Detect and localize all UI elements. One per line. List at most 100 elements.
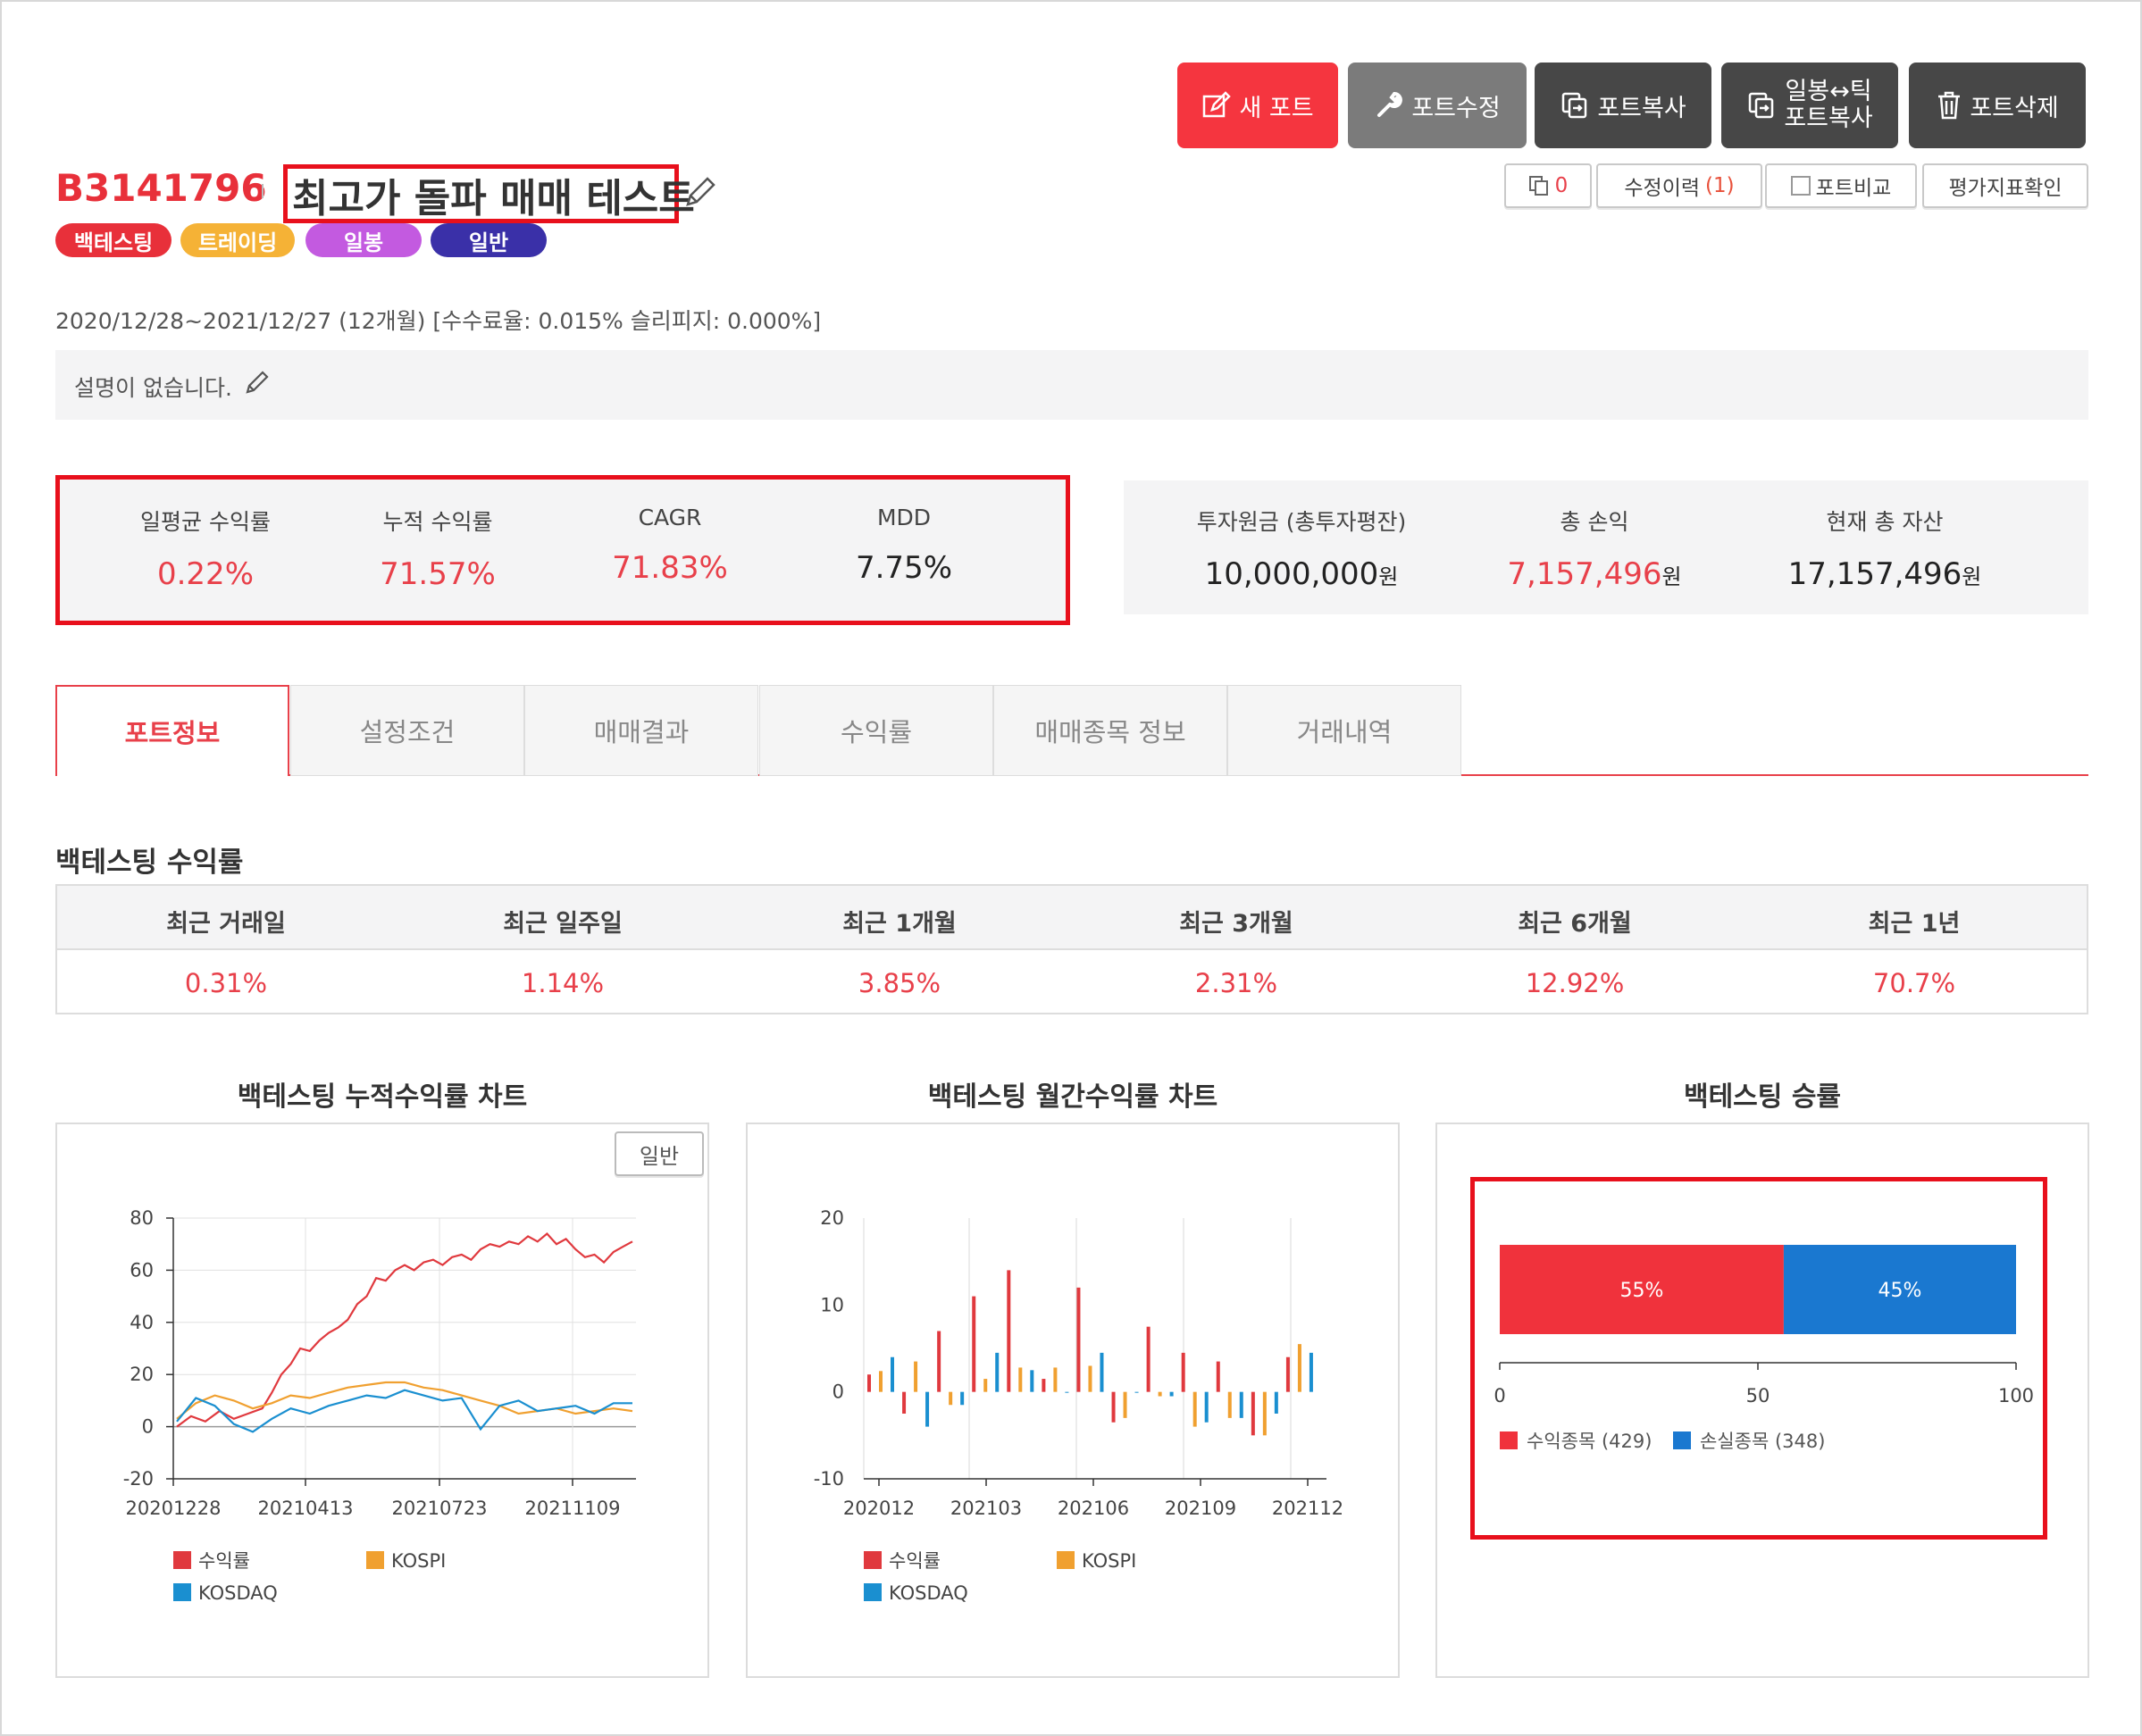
bar-kospi [1053, 1367, 1058, 1392]
history-button[interactable]: 수정이력 (1) [1596, 163, 1762, 208]
new-port-button[interactable]: 새 포트 [1177, 63, 1338, 148]
cumulative-chart-box: 일반 80 60 40 20 0 -20 20201228 20210413 20210723 2… [55, 1123, 709, 1678]
tick-copy-port-button[interactable]: 일봉↔틱 포트복사 [1721, 63, 1898, 148]
tab-stock-info[interactable]: 매매종목 정보 [993, 685, 1227, 776]
bar-kosdaq [1065, 1391, 1069, 1393]
x-tick-label: 20201228 [126, 1498, 222, 1519]
x-tick-label: 202112 [1272, 1498, 1343, 1519]
series-line-return [176, 1231, 633, 1428]
bar-return [1285, 1356, 1290, 1392]
y-tick-label: 20 [820, 1207, 844, 1229]
period-value: 2.31% [1194, 968, 1278, 998]
metric-value: 0.22% [156, 556, 254, 592]
new-port-label: 새 포트 [1239, 94, 1314, 122]
x-tick-label: 20210413 [258, 1498, 354, 1519]
evaluate-button[interactable]: 평가지표확인 [1922, 163, 2088, 208]
pencil-icon[interactable] [682, 174, 718, 210]
winrate-chart-title: 백테스팅 승률 [1683, 1081, 1842, 1113]
bar-kosdaq [1309, 1352, 1313, 1392]
asset-label: 총 손익 [1560, 509, 1629, 535]
x-tick-label: 202106 [1058, 1498, 1129, 1519]
metric-mdd: MDD 7.75% [788, 505, 1020, 586]
trash-icon [1938, 91, 1961, 120]
tab-transactions[interactable]: 거래내역 [1227, 685, 1461, 776]
bar-kosdaq [960, 1391, 965, 1406]
bar-kosdaq [1239, 1391, 1243, 1418]
title-divider [262, 184, 264, 198]
description-box [55, 350, 2088, 420]
period-info: 2020/12/28~2021/12/27 (12개월) [수수료율: 0.01… [55, 308, 822, 334]
metric-cagr: CAGR 71.83% [554, 505, 786, 586]
bar-return [1181, 1352, 1185, 1392]
asset-value: 7,157,496 [1507, 556, 1662, 592]
chart-mode-toggle[interactable]: 일반 [615, 1131, 704, 1176]
asset-value: 17,157,496 [1787, 556, 1962, 592]
badge-trading: 트레이딩 [180, 223, 295, 257]
copy-port-label: 포트복사 [1597, 94, 1686, 122]
period-value: 1.14% [521, 968, 605, 998]
copy-count: 0 [1554, 174, 1569, 197]
tab-settings[interactable]: 설정조건 [290, 685, 524, 776]
edit-icon [1203, 91, 1232, 118]
asset-label: 투자원금 (총투자평잔) [1196, 509, 1407, 535]
copy-port-button[interactable]: 포트복사 [1535, 63, 1711, 148]
bar-kosdaq [1274, 1391, 1278, 1414]
pencil-icon[interactable] [243, 368, 272, 396]
monthly-chart-svg: 20 10 0 -10 202012 202103 202106 202109 202112 수익… [814, 1207, 1343, 1604]
y-tick-label: 0 [142, 1416, 154, 1438]
bar-kosdaq [925, 1391, 930, 1427]
tick-copy-line2: 포트복사 [1784, 104, 1873, 132]
tab-returns[interactable]: 수익률 [759, 685, 993, 776]
bar-return [1251, 1391, 1255, 1436]
y-tick-label: 60 [130, 1259, 154, 1281]
x-tick-label: 202109 [1165, 1498, 1236, 1519]
period-header: 최근 거래일 [166, 910, 286, 938]
legend-swatch [173, 1583, 191, 1601]
history-count: (1) [1705, 174, 1735, 197]
bar-kosdaq [1134, 1391, 1139, 1393]
edit-port-label: 포트수정 [1411, 94, 1501, 122]
tab-trade-results[interactable]: 매매결과 [524, 685, 758, 776]
bar-return [972, 1296, 976, 1392]
tab-port-info[interactable]: 포트정보 [55, 685, 289, 776]
period-returns-table: 최근 거래일 최근 일주일 최근 1개월 최근 3개월 최근 6개월 최근 1년… [55, 884, 2088, 1014]
y-tick-label: 80 [130, 1207, 154, 1229]
legend-label: 수익률 [198, 1550, 250, 1572]
copy-count-button[interactable]: 0 [1504, 163, 1592, 208]
asset-label: 현재 총 자산 [1826, 509, 1944, 535]
bar-kosdaq [1204, 1391, 1209, 1423]
copy-icon [1528, 176, 1548, 196]
y-tick-label: 0 [833, 1381, 844, 1403]
y-tick-label: 40 [130, 1312, 154, 1333]
bar-kospi [1158, 1391, 1162, 1397]
monthly-chart-title: 백테스팅 월간수익률 차트 [927, 1081, 1218, 1113]
delete-port-button[interactable]: 포트삭제 [1909, 63, 2086, 148]
history-label: 수정이력 [1624, 177, 1701, 200]
bar-kospi [983, 1379, 988, 1392]
metric-value: 7.75% [855, 550, 952, 586]
asset-current-total: 현재 총 자산 17,157,496원 [1769, 505, 2001, 592]
bar-return [1146, 1326, 1150, 1392]
bar-kospi [1018, 1367, 1023, 1392]
bar-return [902, 1391, 907, 1414]
legend-label: KOSDAQ [198, 1582, 278, 1604]
y-tick-label: 10 [820, 1294, 844, 1315]
copy-icon [1749, 92, 1774, 119]
period-header: 최근 일주일 [503, 910, 623, 938]
bar-return [1076, 1287, 1081, 1392]
tick-copy-line1: 일봉↔틱 [1785, 78, 1872, 105]
compare-button[interactable]: 포트비교 [1765, 163, 1917, 208]
compare-checkbox[interactable] [1790, 176, 1811, 196]
period-header: 최근 1개월 [842, 910, 957, 938]
y-tick-label: -10 [814, 1468, 844, 1490]
portfolio-name: 최고가 돌파 매매 테스트 [292, 176, 695, 221]
badge-general: 일반 [431, 223, 547, 257]
metric-value: 71.83% [612, 550, 728, 586]
asset-value: 10,000,000 [1204, 556, 1379, 592]
description-text: 설명이 없습니다. [74, 375, 232, 401]
period-value: 70.7% [1872, 968, 1956, 998]
period-returns-title: 백테스팅 수익률 [55, 847, 244, 879]
bar-kospi [1297, 1344, 1301, 1392]
edit-port-button[interactable]: 포트수정 [1348, 63, 1527, 148]
bar-kospi [1123, 1391, 1127, 1418]
